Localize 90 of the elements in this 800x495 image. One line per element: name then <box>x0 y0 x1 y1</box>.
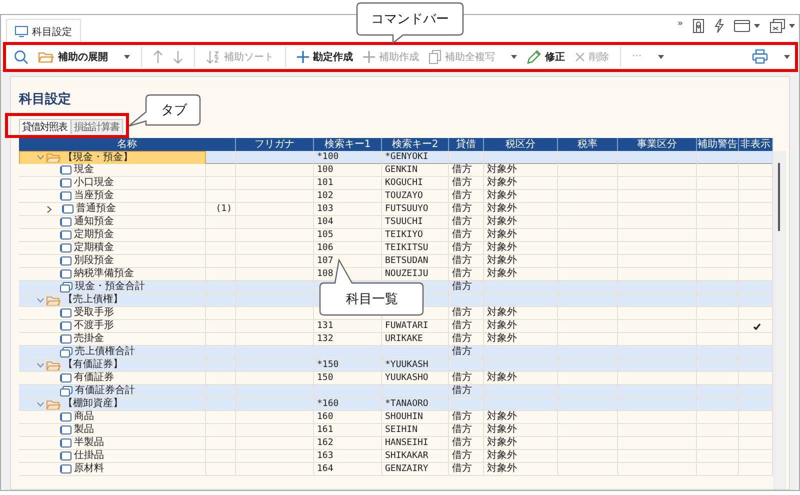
caret-icon <box>784 54 790 58</box>
account-icon <box>60 308 72 318</box>
callout: コマンドバー <box>355 2 465 44</box>
account-icon <box>60 178 72 188</box>
sort-icon <box>206 50 220 64</box>
plus-icon <box>363 50 375 62</box>
table-row[interactable]: 不渡手形 131 FUWATARI 借方 対象外 <box>19 320 773 333</box>
lightning-icon <box>714 19 724 33</box>
table-row[interactable]: 仕掛品 163 SHIKAKAR 借方 対象外 <box>19 450 773 463</box>
tab[interactable]: 貸借対照表 <box>19 119 71 134</box>
folder-icon <box>46 294 61 306</box>
close-icon <box>575 52 585 62</box>
table-cell <box>697 463 739 476</box>
table-row[interactable]: 【棚卸資産】 *160 *TANAORO <box>19 398 773 411</box>
monitor-icon <box>15 26 28 37</box>
bookmark-icon <box>693 19 704 33</box>
account-icon <box>60 269 72 279</box>
account-icon <box>62 204 74 214</box>
caret-icon <box>124 54 130 58</box>
subtotal-icon <box>60 282 73 292</box>
tab[interactable]: 損益計算書 <box>71 119 123 134</box>
caret-icon <box>658 54 664 58</box>
account-icon <box>60 451 72 461</box>
callout: タブ <box>127 94 202 128</box>
folder-icon <box>46 152 61 163</box>
page-title: 科目設定 <box>19 91 71 109</box>
table-cell: 164 <box>314 463 382 476</box>
folder-icon <box>46 360 61 370</box>
table-row[interactable]: 半製品 162 HANSEIHI 借方 対象外 <box>19 437 773 450</box>
table-row[interactable]: 売上債権合計 借方 <box>19 346 773 359</box>
window-icon <box>734 20 750 32</box>
table-row[interactable]: 納税準備預金 108 NOUZEIJU 借方 対象外 <box>19 268 773 281</box>
account-icon <box>60 230 72 240</box>
account-icon <box>60 373 72 383</box>
table-cell: 借方 <box>449 463 484 476</box>
overflow-button[interactable]: » <box>677 19 683 29</box>
table-row[interactable]: 原材料 164 GENZAIRY 借方 対象外 <box>19 463 773 476</box>
table-row[interactable]: 【現金・預金】 *100 *GENYOKI <box>19 151 773 164</box>
printer-icon <box>752 49 768 64</box>
table-row[interactable]: 【有価証券】 *150 *YUUKASH <box>19 359 773 372</box>
account-icon <box>60 191 72 201</box>
pencil-icon <box>527 50 541 64</box>
account-icon <box>60 412 72 422</box>
up-arrow-icon <box>153 50 163 64</box>
plus-icon <box>297 50 309 62</box>
table-row[interactable]: 売掛金 132 URIKAKE 借方 対象外 <box>19 333 773 346</box>
folder-icon <box>38 50 54 62</box>
caret-icon <box>789 24 795 28</box>
account-icon <box>60 165 72 175</box>
toolbar-button[interactable]: 修正 <box>522 46 570 66</box>
table-row[interactable]: 小口現金 101 KOGUCHI 借方 対象外 <box>19 177 773 190</box>
table-row[interactable]: 通知預金 104 TSUUCHI 借方 対象外 <box>19 216 773 229</box>
table-row[interactable]: 商品 160 SHOUHIN 借方 対象外 <box>19 411 773 424</box>
account-icon <box>60 438 72 448</box>
table-cell <box>558 463 618 476</box>
subtotal-icon <box>60 386 73 396</box>
tree-item[interactable]: 【現金・預金】 <box>19 151 206 165</box>
table-cell: 対象外 <box>484 463 558 476</box>
caret-icon <box>511 54 517 58</box>
table-row[interactable]: 定期積金 106 TEIKITSU 借方 対象外 <box>19 242 773 255</box>
account-icon <box>60 334 72 344</box>
down-arrow-icon <box>173 50 183 64</box>
account-icon <box>60 243 72 253</box>
table-row[interactable]: 定期預金 105 TEIKIYO 借方 対象外 <box>19 229 773 242</box>
account-icon <box>60 425 72 435</box>
table-cell <box>206 463 236 476</box>
account-icon <box>60 464 72 474</box>
windows-icon <box>770 19 785 33</box>
table-row[interactable]: 製品 161 SEIHIN 借方 対象外 <box>19 424 773 437</box>
search-icon <box>14 50 28 64</box>
toolbar-button[interactable]: 補助の展開 <box>33 46 135 66</box>
window-tab[interactable]: 科目設定 <box>6 19 81 43</box>
folder-icon <box>46 398 61 410</box>
table-row[interactable]: 有価証券合計 借方 <box>19 385 773 398</box>
table-row[interactable]: 現金 100 GENKIN 借方 対象外 <box>19 164 773 177</box>
account-icon <box>60 256 72 266</box>
account-icon <box>60 217 72 227</box>
copy-icon <box>429 50 441 64</box>
table-cell: GENZAIRY <box>382 463 449 476</box>
account-icon <box>60 321 72 331</box>
table-row[interactable]: 普通預金 (1) 103 FUTSUUYO 借方 対象外 <box>19 203 773 216</box>
table-row[interactable]: 当座預金 102 TOUZAYO 借方 対象外 <box>19 190 773 203</box>
table-row[interactable]: 別段預金 107 BETSUDAN 借方 対象外 <box>19 255 773 268</box>
caret-icon <box>754 24 760 28</box>
tree-item[interactable]: 原材料 <box>19 463 206 476</box>
scrollbar[interactable] <box>773 151 786 489</box>
toolbar-button[interactable]: 勘定作成 <box>292 46 358 66</box>
table-row[interactable]: 有価証券 150 YUUKASHO 借方 対象外 <box>19 372 773 385</box>
subtotal-icon <box>60 346 73 358</box>
table-row[interactable]: 受取手形 借方 対象外 <box>19 307 773 320</box>
